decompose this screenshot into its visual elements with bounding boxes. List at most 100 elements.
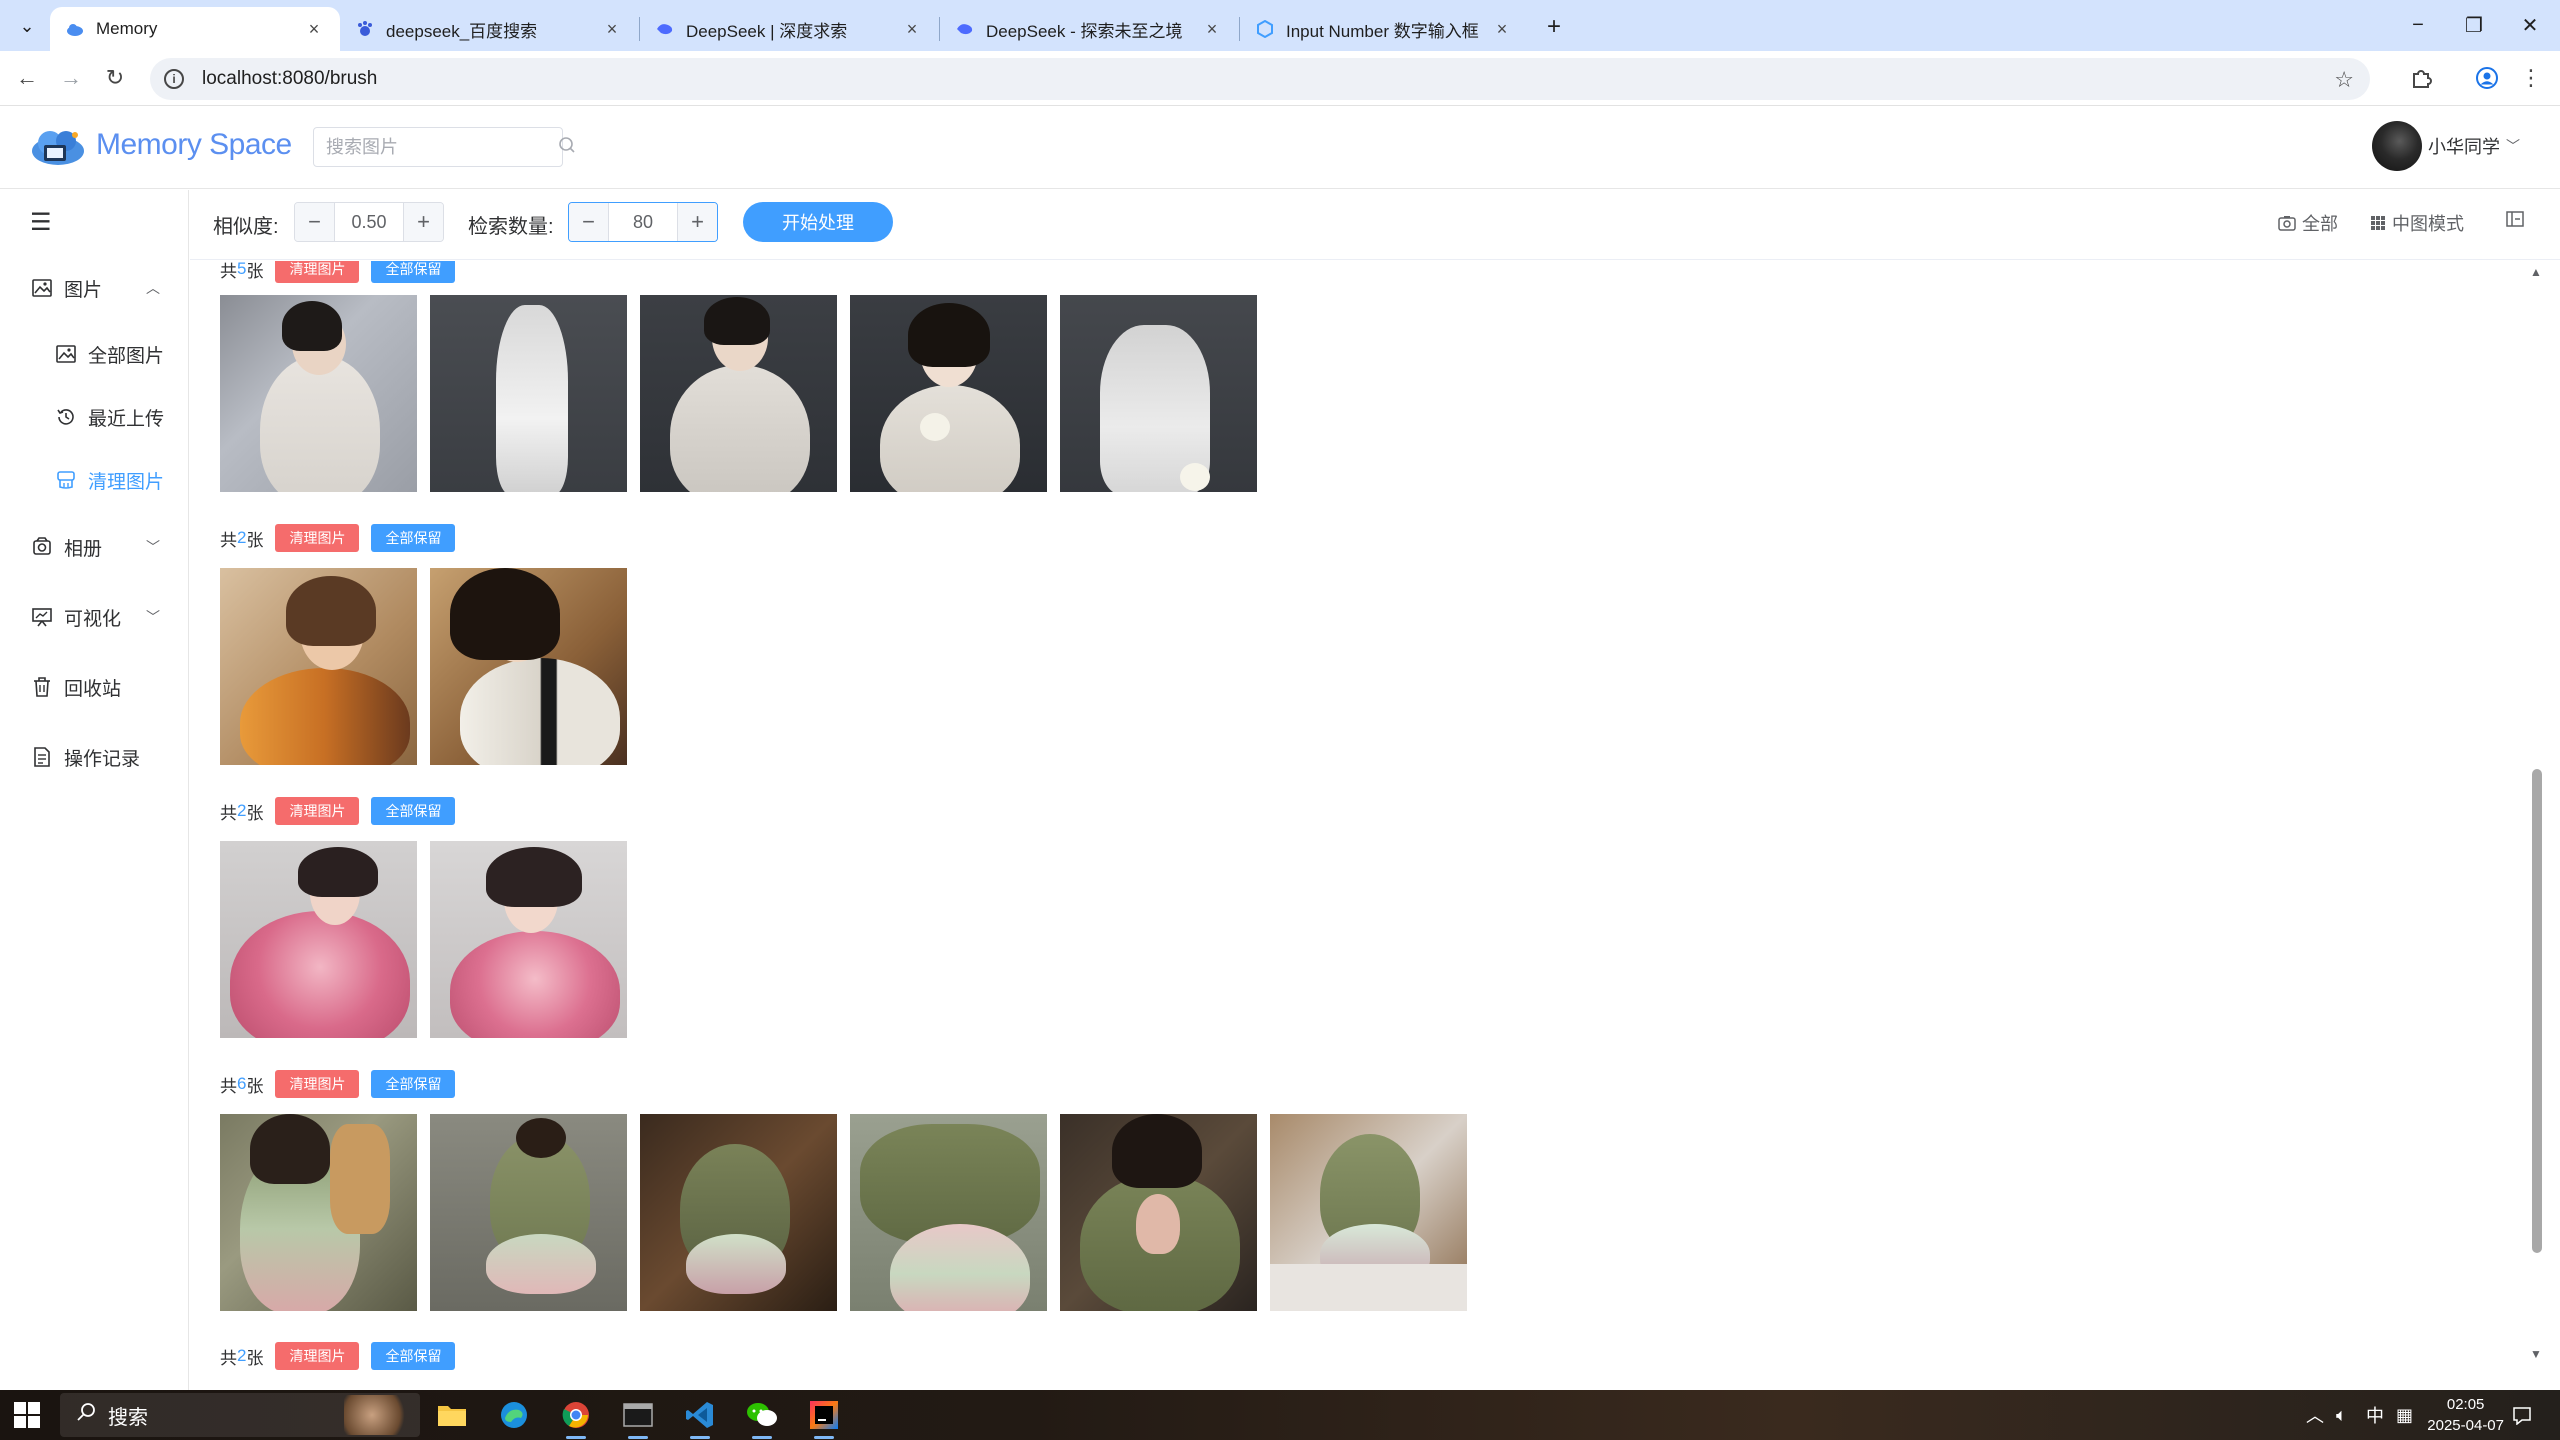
photo-thumbnail[interactable]	[850, 1114, 1047, 1311]
image-search-box[interactable]	[313, 127, 575, 167]
content-scrollbar[interactable]: ▲ ▼	[2526, 261, 2546, 1390]
sidebar-item-all-pictures[interactable]: 全部图片	[0, 329, 188, 379]
count-label: 检索数量:	[468, 216, 554, 238]
photo-thumbnail[interactable]	[1060, 295, 1257, 492]
forward-arrow-icon[interactable]: →	[54, 61, 88, 95]
close-icon[interactable]: ×	[602, 19, 622, 39]
photo-thumbnail[interactable]	[640, 1114, 837, 1311]
keep-all-button[interactable]: 全部保留	[371, 797, 456, 825]
photo-thumbnail[interactable]	[220, 295, 417, 492]
close-icon[interactable]: ×	[902, 19, 922, 39]
notification-icon[interactable]	[2512, 1390, 2532, 1440]
intellij-idea-icon[interactable]	[804, 1395, 844, 1439]
count-input-number[interactable]: − 80 +	[568, 202, 718, 242]
browser-tab-deepseek-explore[interactable]: DeepSeek - 探索未至之境 ×	[940, 7, 1238, 51]
back-arrow-icon[interactable]: ←	[10, 61, 44, 95]
sidebar-item-operation-log[interactable]: 操作记录	[0, 732, 188, 782]
tab-search-chevron-icon[interactable]: ⌄	[12, 11, 42, 41]
close-icon[interactable]: ×	[304, 19, 324, 39]
chrome-browser-icon[interactable]	[556, 1395, 596, 1439]
minus-icon[interactable]: −	[569, 203, 609, 241]
volume-icon[interactable]: 🔈︎	[2336, 1390, 2347, 1440]
keep-all-button[interactable]: 全部保留	[371, 524, 456, 552]
sidebar-item-recent-uploads[interactable]: 最近上传	[0, 392, 188, 442]
sidebar-item-pictures[interactable]: 图片 ︿	[0, 263, 188, 313]
scroll-up-arrow-icon[interactable]: ▲	[2530, 265, 2542, 279]
keep-all-button[interactable]: 全部保留	[371, 1070, 456, 1098]
browser-tab-deepseek[interactable]: DeepSeek | 深度求索 ×	[640, 7, 938, 51]
clean-pictures-button[interactable]: 清理图片	[275, 1342, 360, 1370]
similarity-value[interactable]: 0.50	[335, 203, 403, 241]
keep-all-button[interactable]: 全部保留	[371, 261, 456, 283]
profile-icon[interactable]	[2470, 61, 2504, 95]
photo-thumbnail[interactable]	[220, 1114, 417, 1311]
photo-thumbnail[interactable]	[220, 568, 417, 765]
photo-thumbnail[interactable]	[220, 841, 417, 1038]
plus-icon[interactable]: +	[403, 203, 443, 241]
photo-thumbnail[interactable]	[1270, 1114, 1467, 1311]
similarity-input-number[interactable]: − 0.50 +	[294, 202, 444, 242]
grid-keyboard-icon[interactable]: ▦	[2396, 1390, 2413, 1440]
photo-thumbnail[interactable]	[850, 295, 1047, 492]
restore-icon[interactable]: ❐	[2446, 0, 2502, 51]
count-value[interactable]: 80	[609, 203, 677, 241]
filter-all-button[interactable]: 全部	[2278, 210, 2338, 236]
start-processing-button[interactable]: 开始处理	[743, 202, 893, 242]
hamburger-menu-icon[interactable]: ☰	[30, 208, 52, 237]
site-info-icon[interactable]: i	[164, 69, 184, 89]
sidebar-item-visualization[interactable]: 可视化 ﹀	[0, 592, 188, 642]
reload-icon[interactable]: ↻	[98, 61, 132, 95]
group-header: 共 6 张 清理图片 全部保留	[220, 1070, 456, 1098]
browser-tab-memory[interactable]: Memory ×	[50, 7, 340, 51]
vscode-icon[interactable]	[680, 1395, 720, 1439]
photo-thumbnail[interactable]	[430, 841, 627, 1038]
file-explorer-icon[interactable]	[432, 1395, 472, 1435]
edge-browser-icon[interactable]	[494, 1395, 534, 1435]
photo-thumbnail[interactable]	[430, 568, 627, 765]
keep-all-button[interactable]: 全部保留	[371, 1342, 456, 1370]
memory-cloud-logo-icon	[32, 131, 84, 165]
scrollbar-thumb[interactable]	[2532, 769, 2542, 1253]
taskbar-clock[interactable]: 02:05 2025-04-07	[2427, 1394, 2504, 1436]
scroll-down-arrow-icon[interactable]: ▼	[2530, 1347, 2542, 1361]
windows-start-icon[interactable]	[14, 1402, 40, 1428]
minimize-icon[interactable]: −	[2390, 0, 2446, 51]
photo-thumbnail[interactable]	[430, 1114, 627, 1311]
wechat-icon[interactable]	[742, 1395, 782, 1439]
brush-icon	[54, 468, 78, 492]
photo-thumbnail[interactable]	[430, 295, 627, 492]
plus-icon[interactable]: +	[677, 203, 717, 241]
view-mode-button[interactable]: 中图模式	[2370, 210, 2464, 236]
taskbar-search-box[interactable]: 搜索	[60, 1393, 420, 1437]
url-omnibox[interactable]: i localhost:8080/brush ☆	[150, 58, 2370, 100]
bookmark-star-icon[interactable]: ☆	[2334, 67, 2354, 93]
sidebar-item-clean-pictures[interactable]: 清理图片	[0, 455, 188, 505]
close-icon[interactable]: ×	[1492, 19, 1512, 39]
avatar[interactable]	[2372, 121, 2422, 171]
show-hidden-icons-chevron-icon[interactable]: ︿	[2306, 1390, 2324, 1440]
layout-toggle-icon[interactable]	[2506, 210, 2524, 228]
sidebar-item-recycle-bin[interactable]: 回收站	[0, 662, 188, 712]
close-icon[interactable]: ×	[1202, 19, 1222, 39]
photo-thumbnail[interactable]	[640, 295, 837, 492]
terminal-icon[interactable]	[618, 1395, 658, 1439]
clean-pictures-button[interactable]: 清理图片	[275, 797, 360, 825]
ime-indicator[interactable]: 中	[2366, 1390, 2384, 1440]
app-logo[interactable]: Memory Space	[28, 123, 292, 167]
browser-tab-baidu[interactable]: deepseek_百度搜索 ×	[340, 7, 638, 51]
kebab-menu-icon[interactable]: ⋮	[2514, 61, 2548, 95]
image-search-input[interactable]	[326, 136, 558, 158]
clean-pictures-button[interactable]: 清理图片	[275, 1070, 360, 1098]
photo-thumbnail[interactable]	[1060, 1114, 1257, 1311]
clean-pictures-button[interactable]: 清理图片	[275, 524, 360, 552]
window-close-icon[interactable]: ✕	[2502, 0, 2558, 51]
minus-icon[interactable]: −	[295, 203, 335, 241]
browser-tab-element-input-number[interactable]: Input Number 数字输入框 | El ×	[1240, 7, 1528, 51]
user-menu[interactable]: 小华同学 ﹀	[2372, 121, 2520, 171]
clean-pictures-button[interactable]: 清理图片	[275, 261, 360, 283]
new-tab-plus-icon[interactable]: +	[1538, 11, 1570, 43]
search-icon[interactable]	[558, 136, 576, 159]
sidebar-item-albums[interactable]: 相册 ﹀	[0, 522, 188, 572]
extensions-puzzle-icon[interactable]	[2404, 61, 2438, 95]
group-header: 共 2 张 清理图片 全部保留	[220, 1342, 456, 1370]
